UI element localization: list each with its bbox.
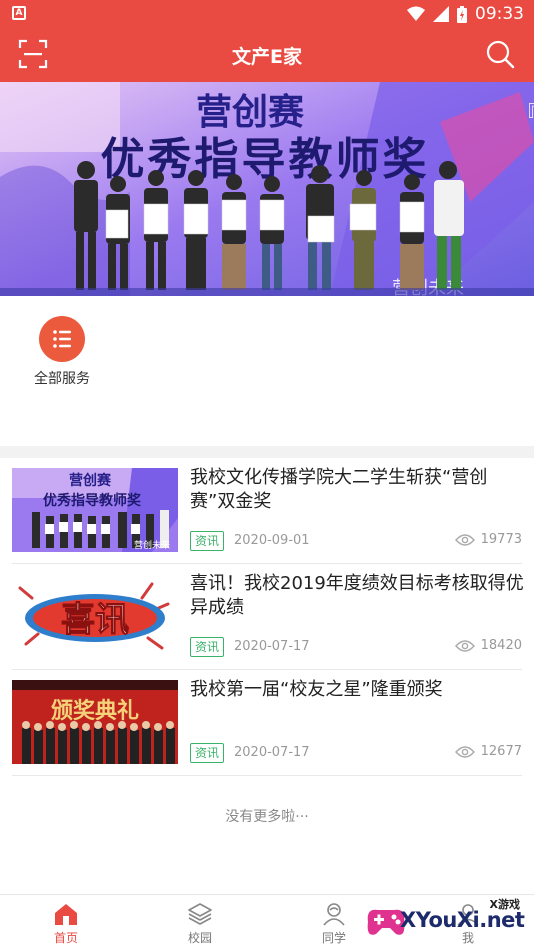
watermark-text: XYouXi.net bbox=[400, 908, 525, 932]
tab-label: 校园 bbox=[187, 931, 212, 945]
eye-icon bbox=[454, 745, 475, 758]
banner-headline-top: 营创赛 bbox=[196, 92, 305, 133]
clock: 09:33 bbox=[475, 4, 524, 24]
news-views: 12677 bbox=[454, 744, 522, 759]
home-icon bbox=[55, 904, 77, 925]
news-view-count: 19773 bbox=[480, 532, 522, 547]
news-view-count: 18420 bbox=[480, 638, 522, 653]
list-icon bbox=[53, 330, 71, 348]
tab-campus[interactable]: 校园 bbox=[170, 901, 230, 946]
list-end-message: 没有更多啦··· bbox=[225, 809, 309, 825]
banner-side-text: 『 bbox=[516, 103, 534, 128]
news-views: 19773 bbox=[454, 532, 522, 547]
news-tag: 资讯 bbox=[190, 743, 225, 763]
news-views: 18420 bbox=[454, 638, 522, 653]
banner-image: 营创赛 优秀指导教师奖 『 营创未来 bbox=[0, 82, 534, 296]
thumb-headline: 营创赛 bbox=[69, 472, 112, 489]
tab-label: 首页 bbox=[53, 931, 78, 945]
news-tag: 资讯 bbox=[190, 531, 225, 551]
news-item[interactable]: 喜讯 喜讯！我校2019年度绩效目标考核取得优异成绩 资讯 2020-07-17… bbox=[12, 564, 524, 670]
site-watermark: X游戏 XYouXi.net bbox=[362, 894, 534, 950]
page-title: 文产E家 bbox=[232, 46, 302, 68]
news-title: 我校文化传播学院大二学生斩获“营创赛”双金奖 bbox=[190, 467, 488, 512]
tab-home[interactable]: 首页 bbox=[36, 901, 96, 946]
news-view-count: 12677 bbox=[480, 744, 522, 759]
battery-icon bbox=[457, 5, 467, 23]
eye-icon bbox=[454, 533, 475, 546]
news-item[interactable]: 营创赛 优秀指导教师奖 营创未来 我校文化传播学院大二学生斩获“营创赛”双金奖 … bbox=[12, 458, 522, 564]
banner-carousel[interactable]: 营创赛 优秀指导教师奖 『 营创未来 bbox=[0, 82, 534, 296]
tab-classmates[interactable]: 同学 bbox=[304, 901, 364, 946]
app-notification-icon: A bbox=[12, 6, 26, 20]
thumb-headline: 颁奖典礼 bbox=[51, 698, 139, 724]
eye-icon bbox=[454, 639, 475, 652]
news-thumbnail: 营创赛 优秀指导教师奖 营创未来 bbox=[12, 468, 178, 552]
app-bar: 文产E家 bbox=[0, 28, 534, 82]
news-date: 2020-07-17 bbox=[234, 639, 310, 654]
news-title: 喜讯！我校2019年度绩效目标考核取得优异成绩 bbox=[190, 573, 524, 618]
search-icon[interactable] bbox=[485, 39, 515, 69]
thumb-subheadline: 优秀指导教师奖 bbox=[43, 492, 142, 509]
news-item[interactable]: 颁奖典礼 我校第一届“校友之星”隆重颁奖 资讯 2020-07-17 12677 bbox=[12, 670, 522, 776]
signal-icon bbox=[433, 6, 449, 22]
news-title: 我校第一届“校友之星”隆重颁奖 bbox=[190, 679, 443, 700]
news-thumbnail: 喜讯 bbox=[12, 574, 178, 658]
wifi-icon bbox=[407, 6, 425, 21]
thumb-bottom-text: 营创未来 bbox=[134, 539, 170, 551]
layers-icon bbox=[188, 903, 212, 925]
status-bar: A 09:33 bbox=[0, 0, 534, 28]
news-tag: 资讯 bbox=[190, 637, 225, 657]
service-icon-circle bbox=[39, 316, 85, 362]
news-date: 2020-07-17 bbox=[234, 745, 310, 760]
all-services-button[interactable]: 全部服务 bbox=[30, 316, 94, 388]
news-date: 2020-09-01 bbox=[234, 533, 310, 548]
services-section: 全部服务 bbox=[0, 296, 534, 446]
service-label: 全部服务 bbox=[34, 371, 90, 387]
thumb-headline: 喜讯 bbox=[61, 600, 129, 640]
classmates-icon bbox=[323, 903, 345, 926]
news-thumbnail: 颁奖典礼 bbox=[12, 680, 178, 764]
tab-label: 同学 bbox=[321, 931, 346, 945]
section-divider bbox=[0, 446, 534, 458]
